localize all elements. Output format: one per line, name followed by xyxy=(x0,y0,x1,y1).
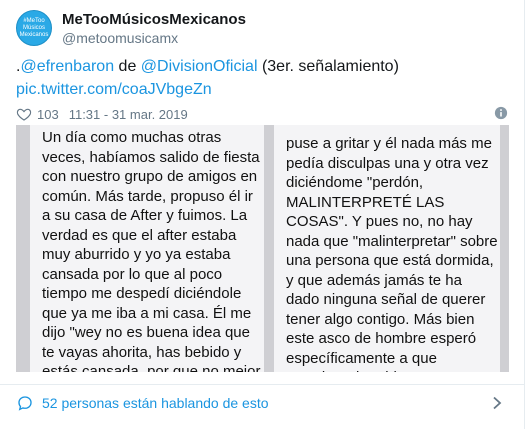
tweet-card: #MeToo Músicos Mexicanos MeTooMúsicosMex… xyxy=(0,0,525,429)
pic-link[interactable]: pic.twitter.com/coaJVbgeZn xyxy=(16,79,212,100)
tweet-text: .@efrenbaron de @DivisionOficial (3er. s… xyxy=(16,56,506,77)
media-text-right: puse a gritar y él nada más me pedía dis… xyxy=(286,135,498,372)
heart-icon[interactable] xyxy=(16,106,32,122)
timestamp[interactable]: 11:31 - 31 mar. 2019 xyxy=(69,107,188,122)
author-names: MeTooMúsicosMexicanos @metoomusicamx xyxy=(62,10,246,47)
chevron-right-icon[interactable] xyxy=(491,396,503,410)
conversation-label[interactable]: 52 personas están hablando de esto xyxy=(42,395,269,411)
like-count: 103 xyxy=(37,106,59,122)
media-text-panel-right: puse a gritar y él nada más me pedía dis… xyxy=(274,125,500,372)
mention-link[interactable]: @efrenbaron xyxy=(20,58,114,75)
conversation-row[interactable]: 52 personas están hablando de esto xyxy=(0,385,525,421)
tweet-media-image[interactable]: Un día como muchas otras veces, habíamos… xyxy=(16,125,509,372)
avatar[interactable]: #MeToo Músicos Mexicanos xyxy=(16,10,52,46)
avatar-text: #MeToo Músicos Mexicanos xyxy=(19,17,49,38)
user-handle[interactable]: @metoomusicamx xyxy=(62,29,246,47)
tweet-suffix: (3er. señalamiento) xyxy=(257,58,399,75)
display-name[interactable]: MeTooMúsicosMexicanos xyxy=(62,10,246,29)
media-text-panel-left: Un día como muchas otras veces, habíamos… xyxy=(30,125,264,372)
tweet-meta: 103 11:31 - 31 mar. 2019 xyxy=(16,104,508,124)
tweet-connector: de xyxy=(114,58,141,75)
tweet-header: #MeToo Músicos Mexicanos MeTooMúsicosMex… xyxy=(16,8,246,48)
media-text-left: Un día como muchas otras veces, habíamos… xyxy=(42,129,261,372)
info-icon[interactable] xyxy=(494,106,508,120)
mention-link[interactable]: @DivisionOficial xyxy=(141,58,258,75)
chat-bubble-icon xyxy=(18,396,32,411)
